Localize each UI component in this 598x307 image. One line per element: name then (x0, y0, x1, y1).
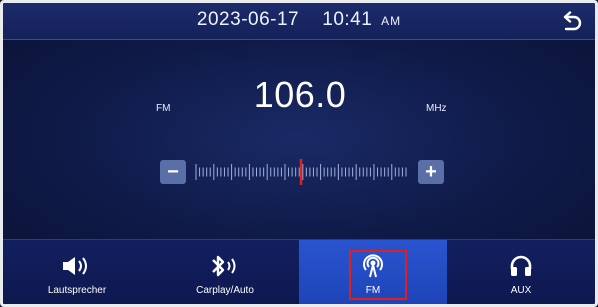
tuning-scale[interactable] (194, 158, 408, 186)
tab-aux-label: AUX (510, 285, 532, 296)
speaker-icon (63, 257, 87, 275)
ampm-text: AM (381, 14, 402, 28)
tab-aux[interactable]: AUX (447, 240, 595, 304)
tab-speaker[interactable]: Lautsprecher (3, 240, 151, 304)
source-tab-bar: Lautsprecher Carplay/Auto FM AUX (3, 239, 595, 304)
frequency-display: 106.0 (253, 74, 347, 115)
tab-carplay[interactable]: Carplay/Auto (151, 240, 299, 304)
radio-screen: 2023-06-17 10:41 AM FM 106.0 MHz − + Lau… (0, 0, 598, 307)
bluetooth-icon (212, 255, 236, 277)
time-text: 10:41 (322, 9, 373, 30)
selection-highlight (349, 250, 407, 300)
back-button[interactable] (559, 9, 585, 33)
band-label: FM (156, 103, 171, 114)
back-arrow-icon (563, 11, 582, 31)
tune-down-button[interactable]: − (160, 160, 186, 184)
headphones-icon (510, 255, 532, 276)
tab-carplay-label: Carplay/Auto (196, 285, 254, 296)
unit-label: MHz (426, 103, 447, 114)
date-text: 2023-06-17 (196, 9, 300, 30)
status-bar: 2023-06-17 10:41 AM (3, 3, 595, 40)
tab-speaker-label: Lautsprecher (47, 285, 107, 296)
tab-fm[interactable]: FM (299, 240, 447, 304)
tune-up-button[interactable]: + (418, 160, 444, 184)
clock: 2023-06-17 10:41 AM (3, 9, 595, 31)
